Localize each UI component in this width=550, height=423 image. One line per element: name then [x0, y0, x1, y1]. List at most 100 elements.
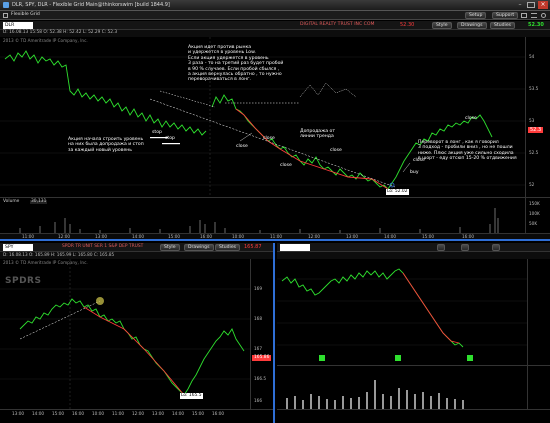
label-close-6: close: [465, 116, 477, 121]
window-title-bar[interactable]: DLR, SPY, DLR - Flexible Grid Main@think…: [0, 0, 550, 11]
spy-x-axis[interactable]: 13:00 14:00 15:00 16:00 10:00 11:00 12:0…: [0, 409, 273, 417]
minimize-button[interactable]: –: [516, 2, 524, 8]
dividend-icon-2[interactable]: [395, 355, 401, 361]
main-x-tick-5: 15:00: [168, 234, 181, 239]
main-chart-header: DLR DIGITAL REALTY TRUST INC COM 52.30 S…: [0, 21, 550, 30]
spy-x-tick-3: 15:00: [52, 411, 65, 416]
spy-drawings-button[interactable]: Drawings: [184, 244, 214, 251]
menu-icon[interactable]: [531, 13, 537, 18]
spy-y-tick-1: 169: [254, 286, 262, 291]
spy-last-price-tag: 165.86: [252, 355, 272, 361]
settings-icon[interactable]: [541, 13, 546, 18]
main-x-tick-1: 11:00: [22, 234, 35, 239]
dlr2-x-axis[interactable]: [277, 409, 550, 417]
dividend-icon-3[interactable]: [467, 355, 473, 361]
close-arrow-2: [402, 162, 411, 173]
volume-panel[interactable]: Volume 30,131: [0, 197, 525, 234]
dlr2-ohlc-bar: [277, 252, 550, 259]
main-x-tick-4: 14:00: [132, 234, 145, 239]
label-stop-2: stop: [165, 136, 175, 141]
main-x-tick-13: 16:00: [462, 234, 475, 239]
spy-low-tag: Lo: 165.5: [180, 393, 203, 399]
support-button[interactable]: Support: [492, 12, 519, 19]
dlr2-studies-button[interactable]: [492, 244, 500, 251]
spy-price-readout: 165.87: [244, 244, 262, 250]
trend-line: [149, 98, 396, 188]
dlr2-y-axis[interactable]: [527, 259, 550, 365]
volume-y-axis: 150K 100K 50K: [525, 197, 550, 233]
dlr2-volume-bars: [286, 380, 464, 410]
dividend-icon-1[interactable]: [319, 355, 325, 361]
spy-x-tick-8: 13:00: [152, 411, 165, 416]
dlr2-volume-panel[interactable]: [277, 365, 527, 410]
spy-x-tick-5: 10:00: [92, 411, 105, 416]
main-ohlc-bar: D: 16.08.13 15:58 O: 52.38 H: 52.42 L: 5…: [0, 30, 550, 37]
label-close-4: close: [330, 148, 342, 153]
tab-flexible-grid[interactable]: Flexible Grid: [11, 12, 40, 18]
close-arrow-1: [239, 132, 253, 142]
spy-ohlc-bar: D: 16.08.13 O: 165.89 H: 165.99 L: 165.8…: [0, 252, 273, 259]
main-last-price-tag: 52.3: [528, 127, 544, 133]
arrow-squiggle: [299, 82, 357, 98]
spy-x-tick-4: 16:00: [72, 411, 85, 416]
annotation-middle: Допродажа от линии тренда: [300, 129, 336, 140]
spy-symbol-field[interactable]: SPY: [3, 244, 33, 251]
dlr2-chart-area[interactable]: [277, 259, 527, 365]
dlr2-drawings-button[interactable]: [461, 244, 469, 251]
spy-y-tick-4: 166.5: [254, 376, 266, 381]
label-close-2: close: [263, 136, 275, 141]
setup-button[interactable]: Setup: [465, 12, 487, 19]
spy-price-chart: [0, 259, 250, 409]
dlr2-style-button[interactable]: [437, 244, 445, 251]
volume-y-tick-2: 100K: [529, 211, 540, 216]
spy-studies-button[interactable]: Studies: [215, 244, 241, 251]
spy-x-tick-6: 11:00: [112, 411, 125, 416]
label-close-1: close: [236, 144, 248, 149]
dlr2-volume-y-axis: [527, 365, 550, 409]
label-buy: buy: [410, 170, 419, 175]
main-x-tick-2: 12:00: [58, 234, 71, 239]
volume-y-tick-3: 50K: [529, 221, 538, 226]
main-studies-button[interactable]: Studies: [490, 22, 516, 29]
spy-x-tick-7: 12:00: [132, 411, 145, 416]
window-title: DLR, SPY, DLR - Flexible Grid Main@think…: [12, 2, 170, 8]
spy-y-axis[interactable]: 169 168 167 166.5 166 165.86: [250, 259, 273, 409]
label-close-3: close: [280, 163, 292, 168]
main-company-name: DIGITAL REALTY TRUST INC COM: [300, 22, 375, 27]
spy-chart-area[interactable]: 2013 © TD Ameritrade IP Company, Inc. SP…: [0, 259, 250, 409]
grid-icon: [3, 13, 8, 18]
main-x-tick-12: 15:00: [422, 234, 435, 239]
main-low-tag: Lo: 52.02: [386, 189, 409, 195]
main-x-tick-3: 13:00: [95, 234, 108, 239]
label-close-5: close: [413, 158, 425, 163]
spy-chart-panel: SPY SPDR TR UNIT SER 1 S&P DEP TRUST Sty…: [0, 243, 275, 423]
main-y-tick-5: 52: [529, 182, 535, 187]
main-price-line-session1: [4, 50, 207, 136]
spy-x-tick-10: 15:00: [192, 411, 205, 416]
main-y-axis[interactable]: 54 53.5 53 52.5 52 52.3: [525, 37, 550, 197]
main-chart-area[interactable]: 2013 © TD Ameritrade IP Company, Inc. Ак…: [0, 37, 525, 197]
dlr2-symbol-field[interactable]: [280, 244, 310, 251]
main-x-tick-6: 16:00: [200, 234, 213, 239]
maximize-button[interactable]: [527, 2, 535, 8]
spy-chart-header: SPY SPDR TR UNIT SER 1 S&P DEP TRUST Sty…: [0, 243, 273, 252]
spy-x-tick-1: 13:00: [12, 411, 25, 416]
spy-style-button[interactable]: Style: [160, 244, 180, 251]
main-ohlc-values: D: 16.08.13 15:58 O: 52.38 H: 52.42 L: 5…: [3, 30, 118, 35]
layout-icon[interactable]: [521, 13, 527, 18]
main-x-tick-7: 10:00: [232, 234, 245, 239]
close-button[interactable]: ×: [538, 1, 548, 9]
spy-ohlc-values: D: 16.08.13 O: 165.89 H: 165.99 L: 165.8…: [3, 252, 115, 257]
main-x-tick-8: 11:00: [270, 234, 283, 239]
spy-x-tick-9: 14:00: [172, 411, 185, 416]
main-x-axis[interactable]: 11:00 12:00 13:00 14:00 15:00 16:00 10:0…: [0, 233, 550, 241]
spy-y-tick-5: 166: [254, 398, 262, 403]
spy-marker: [96, 297, 104, 305]
main-symbol-field[interactable]: DLR: [3, 22, 33, 29]
annotation-left: Акция начала строить уровень на них была…: [68, 137, 144, 153]
main-style-button[interactable]: Style: [432, 22, 452, 29]
main-y-tick-3: 53: [529, 118, 535, 123]
main-drawings-button[interactable]: Drawings: [457, 22, 487, 29]
spy-company-name: SPDR TR UNIT SER 1 S&P DEP TRUST: [62, 244, 144, 249]
dlr2-chart-panel: [277, 243, 550, 423]
